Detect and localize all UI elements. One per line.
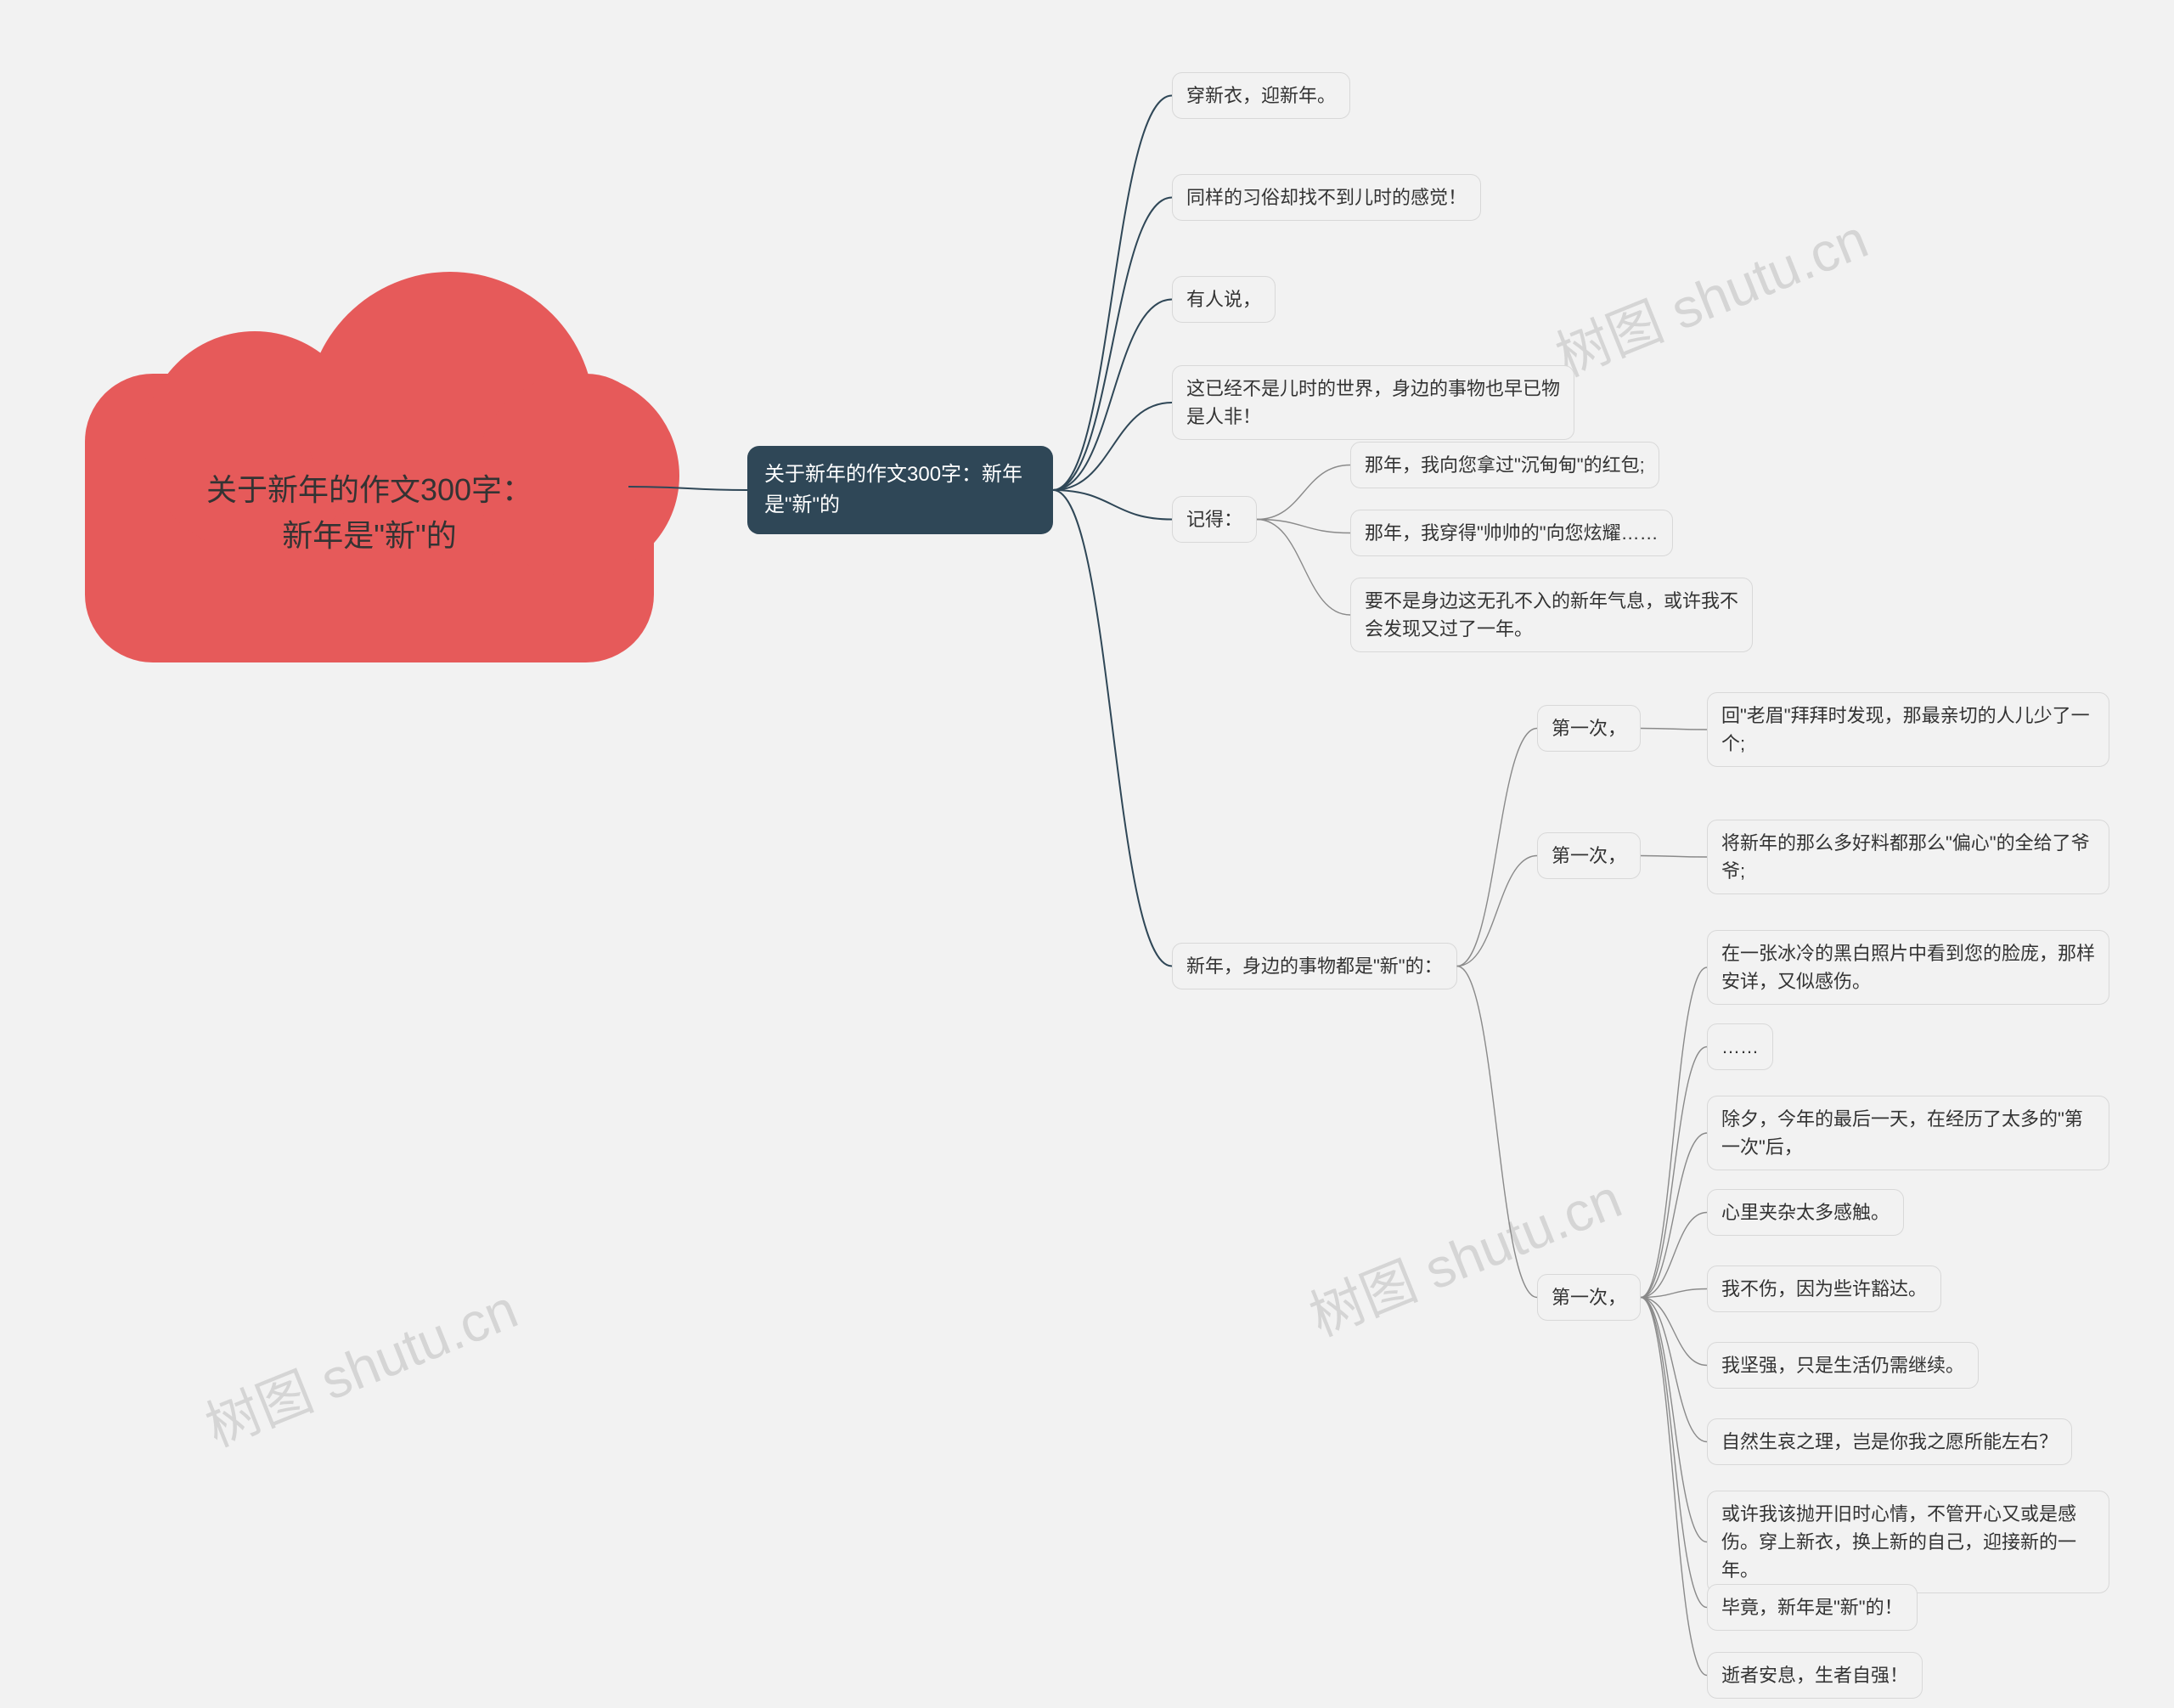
root-title-line1: 关于新年的作文300字： xyxy=(206,472,532,507)
leaf-node: 将新年的那么多好料都那么"偏心"的全给了爷爷; xyxy=(1707,820,2109,894)
leaf-text: 逝者安息，生者自强！ xyxy=(1721,1665,1908,1686)
branch-node-first: 第一次， xyxy=(1537,705,1641,752)
leaf-text: 在一张冰冷的黑白照片中看到您的脸庞，那样安详，又似感伤。 xyxy=(1721,943,2095,992)
leaf-text: 将新年的那么多好料都那么"偏心"的全给了爷爷; xyxy=(1721,832,2090,882)
leaf-node: 我坚强，只是生活仍需继续。 xyxy=(1707,1342,1979,1389)
branch-label: 新年，身边的事物都是"新"的： xyxy=(1186,955,1443,977)
branch-label: 第一次， xyxy=(1552,1287,1626,1308)
watermark: 树图 shutu.cn xyxy=(1543,196,1878,392)
branch-node-new: 新年，身边的事物都是"新"的： xyxy=(1172,943,1457,989)
leaf-text: 要不是身边这无孔不入的新年气息，或许我不会发现又过了一年。 xyxy=(1365,590,1738,640)
leaf-node: 毕竟，新年是"新"的！ xyxy=(1707,1584,1918,1631)
leaf-node: 逝者安息，生者自强！ xyxy=(1707,1652,1923,1699)
center-node-label: 关于新年的作文300字：新年是"新"的 xyxy=(764,463,1022,516)
leaf-text: 或许我该抛开旧时心情，不管开心又或是感伤。穿上新衣，换上新的自己，迎接新的一年。 xyxy=(1721,1503,2076,1581)
leaf-text: 穿新衣，迎新年。 xyxy=(1186,85,1336,106)
leaf-node: 要不是身边这无孔不入的新年气息，或许我不会发现又过了一年。 xyxy=(1350,578,1753,652)
leaf-text: 那年，我向您拿过"沉甸甸"的红包; xyxy=(1365,454,1645,476)
mindmap-canvas: 树图 shutu.cn 树图 shutu.cn 树图 shutu.cn 树图 s… xyxy=(0,0,2174,1708)
watermark: 树图 shutu.cn xyxy=(1297,1156,1631,1352)
leaf-text: 我坚强，只是生活仍需继续。 xyxy=(1721,1355,1964,1376)
root-title-line2: 新年是"新"的 xyxy=(282,518,457,553)
branch-label: 第一次， xyxy=(1552,718,1626,739)
leaf-node: 回"老眉"拜拜时发现，那最亲切的人儿少了一个; xyxy=(1707,692,2109,767)
center-node: 关于新年的作文300字：新年是"新"的 xyxy=(747,446,1053,534)
leaf-text: 心里夹杂太多感触。 xyxy=(1721,1202,1890,1223)
leaf-node: 除夕，今年的最后一天，在经历了太多的"第一次"后， xyxy=(1707,1096,2109,1170)
leaf-node: 自然生哀之理，岂是你我之愿所能左右？ xyxy=(1707,1418,2072,1465)
leaf-node: 我不伤，因为些许豁达。 xyxy=(1707,1265,1941,1312)
root-node-cloud: 关于新年的作文300字： 新年是"新"的 xyxy=(85,272,654,662)
branch-node-remember: 记得： xyxy=(1172,496,1257,543)
leaf-text: 那年，我穿得"帅帅的"向您炫耀…… xyxy=(1365,522,1659,544)
root-title: 关于新年的作文300字： 新年是"新"的 xyxy=(85,467,654,559)
branch-node-first: 第一次， xyxy=(1537,832,1641,879)
leaf-node: 或许我该抛开旧时心情，不管开心又或是感伤。穿上新衣，换上新的自己，迎接新的一年。 xyxy=(1707,1491,2109,1593)
leaf-node: 在一张冰冷的黑白照片中看到您的脸庞，那样安详，又似感伤。 xyxy=(1707,930,2109,1005)
leaf-text: 我不伤，因为些许豁达。 xyxy=(1721,1278,1927,1299)
branch-node-first: 第一次， xyxy=(1537,1274,1641,1321)
leaf-node: 有人说， xyxy=(1172,276,1276,323)
branch-label: 记得： xyxy=(1186,509,1242,530)
leaf-node: 那年，我穿得"帅帅的"向您炫耀…… xyxy=(1350,510,1673,556)
leaf-node: 这已经不是儿时的世界，身边的事物也早已物是人非！ xyxy=(1172,365,1574,440)
leaf-node: 那年，我向您拿过"沉甸甸"的红包; xyxy=(1350,442,1659,488)
leaf-text: 同样的习俗却找不到儿时的感觉！ xyxy=(1186,187,1467,208)
leaf-text: 回"老眉"拜拜时发现，那最亲切的人儿少了一个; xyxy=(1721,705,2090,754)
leaf-node: 穿新衣，迎新年。 xyxy=(1172,72,1350,119)
leaf-node: …… xyxy=(1707,1023,1773,1070)
leaf-text: 这已经不是儿时的世界，身边的事物也早已物是人非！ xyxy=(1186,378,1560,427)
leaf-text: 除夕，今年的最后一天，在经历了太多的"第一次"后， xyxy=(1721,1108,2083,1158)
leaf-text: 有人说， xyxy=(1186,289,1261,310)
branch-label: 第一次， xyxy=(1552,845,1626,866)
leaf-node: 同样的习俗却找不到儿时的感觉！ xyxy=(1172,174,1481,221)
leaf-text: 毕竟，新年是"新"的！ xyxy=(1721,1597,1903,1618)
leaf-node: 心里夹杂太多感触。 xyxy=(1707,1189,1904,1236)
watermark: 树图 shutu.cn xyxy=(193,1266,527,1463)
leaf-text: …… xyxy=(1721,1036,1759,1057)
leaf-text: 自然生哀之理，岂是你我之愿所能左右？ xyxy=(1721,1431,2058,1452)
